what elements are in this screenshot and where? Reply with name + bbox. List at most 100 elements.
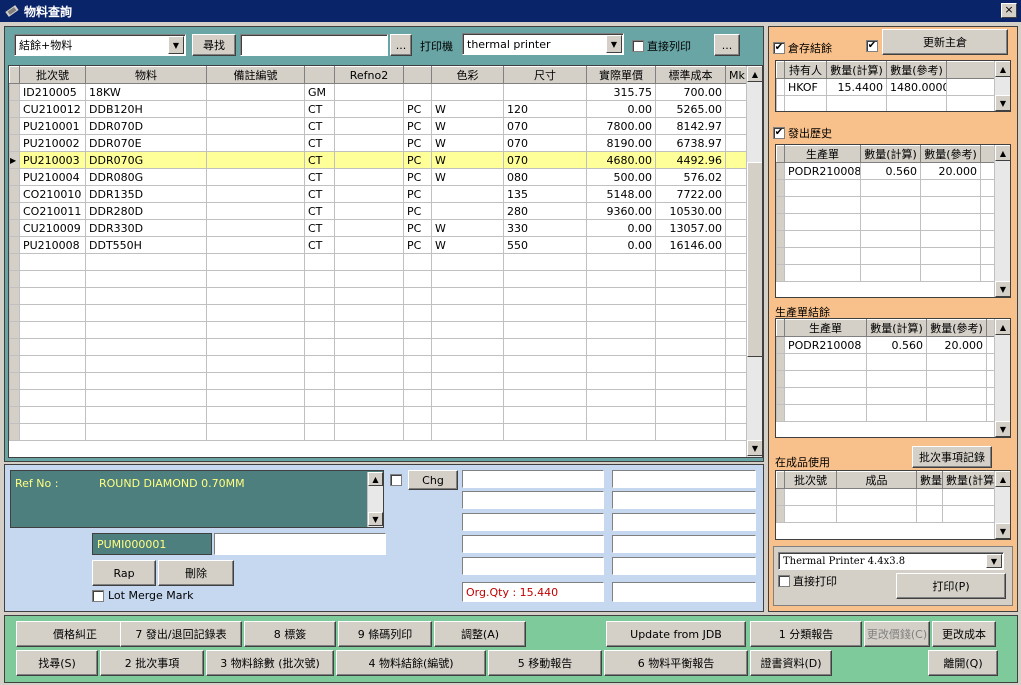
table-row[interactable] (776, 230, 997, 248)
col-header[interactable]: 實際單價 (586, 66, 656, 84)
table-cell[interactable] (926, 353, 987, 371)
pumi-extra-field[interactable] (214, 533, 386, 555)
table-cell[interactable] (403, 287, 432, 305)
table-cell[interactable] (586, 304, 656, 322)
table-cell[interactable] (725, 83, 748, 101)
table-cell[interactable] (85, 389, 207, 407)
table-cell[interactable] (725, 168, 748, 186)
table-cell[interactable] (431, 321, 504, 339)
table-cell[interactable] (334, 117, 404, 135)
col-header[interactable]: 數量 (916, 471, 943, 489)
table-row[interactable]: PODR210008 0.560 20.000 (776, 162, 997, 180)
table-cell[interactable] (503, 406, 587, 424)
table-cell[interactable] (334, 253, 404, 271)
table-cell[interactable] (655, 338, 726, 356)
table-cell[interactable]: PC (403, 219, 432, 237)
table-row[interactable]: CO210010 DDR135D CT PC 135 5148.00 7722.00 (9, 185, 748, 203)
scroll-up-icon[interactable]: ▲ (995, 61, 1010, 77)
table-row[interactable] (776, 196, 997, 214)
rap-button[interactable]: Rap (92, 560, 156, 586)
table-cell[interactable] (403, 338, 432, 356)
table-cell[interactable] (19, 253, 86, 271)
table-cell[interactable] (206, 372, 305, 390)
table-cell[interactable] (85, 304, 207, 322)
table-cell[interactable] (431, 389, 504, 407)
table-cell[interactable] (784, 179, 861, 197)
table-cell[interactable] (784, 387, 867, 405)
table-cell[interactable] (431, 287, 504, 305)
table-cell[interactable] (431, 270, 504, 288)
table-cell[interactable] (304, 270, 335, 288)
table-cell[interactable] (725, 100, 748, 118)
table-cell[interactable] (206, 304, 305, 322)
table-row[interactable] (9, 270, 748, 288)
col-header[interactable]: Mk (725, 66, 748, 84)
table-cell[interactable]: PC (403, 168, 432, 186)
table-row[interactable] (9, 304, 748, 322)
table-cell[interactable] (942, 488, 997, 506)
table-cell[interactable] (586, 253, 656, 271)
table-cell[interactable] (431, 185, 504, 203)
table-cell[interactable] (85, 355, 207, 373)
table-cell[interactable] (304, 338, 335, 356)
table-cell[interactable] (206, 389, 305, 407)
table-cell[interactable] (19, 304, 86, 322)
table-cell[interactable] (655, 321, 726, 339)
table-cell[interactable]: 4492.96 (655, 151, 726, 169)
table-cell[interactable] (334, 355, 404, 373)
table-cell[interactable]: W (431, 100, 504, 118)
table-cell[interactable] (304, 253, 335, 271)
table-cell[interactable] (206, 253, 305, 271)
bottom-row1-button-6[interactable]: Update from JDB (606, 621, 746, 647)
scroll-up-icon[interactable]: ▲ (368, 472, 383, 486)
table-cell[interactable] (860, 247, 921, 265)
history-scrollbar[interactable]: ▲ ▼ (994, 145, 1010, 297)
table-cell[interactable] (334, 236, 404, 254)
table-cell[interactable] (725, 236, 748, 254)
table-cell[interactable] (725, 270, 748, 288)
scroll-down-icon[interactable]: ▼ (368, 512, 383, 526)
table-cell[interactable] (503, 253, 587, 271)
table-cell[interactable] (926, 387, 987, 405)
info-field[interactable] (462, 535, 604, 553)
table-cell[interactable] (725, 372, 748, 390)
table-cell[interactable] (784, 213, 861, 231)
prod-scrollbar[interactable]: ▲ ▼ (994, 319, 1010, 437)
table-cell[interactable] (85, 321, 207, 339)
table-cell[interactable] (19, 321, 86, 339)
scroll-up-icon[interactable]: ▲ (995, 471, 1010, 487)
table-cell[interactable]: PC (403, 100, 432, 118)
table-cell[interactable] (503, 287, 587, 305)
table-row[interactable] (9, 321, 748, 339)
col-header[interactable]: 生產單 (784, 145, 861, 163)
table-cell[interactable] (725, 389, 748, 407)
table-cell[interactable]: PC (403, 236, 432, 254)
table-cell[interactable]: PU210003 (19, 151, 86, 169)
table-cell[interactable] (431, 372, 504, 390)
table-cell[interactable]: 500.00 (586, 168, 656, 186)
table-cell[interactable] (334, 389, 404, 407)
table-cell[interactable] (403, 304, 432, 322)
scroll-down-icon[interactable]: ▼ (995, 523, 1010, 539)
table-cell[interactable] (586, 287, 656, 305)
table-cell[interactable] (503, 270, 587, 288)
table-cell[interactable] (206, 117, 305, 135)
table-cell[interactable] (503, 321, 587, 339)
table-cell[interactable] (886, 95, 947, 111)
table-cell[interactable] (920, 179, 981, 197)
col-header[interactable]: 物料 (85, 66, 207, 84)
stock-scrollbar[interactable]: ▲ ▼ (994, 61, 1010, 111)
col-header[interactable]: 色彩 (431, 66, 504, 84)
table-row[interactable] (9, 406, 748, 424)
chg-checkbox[interactable] (390, 474, 402, 486)
table-cell[interactable] (19, 423, 86, 441)
table-row[interactable] (776, 213, 997, 231)
table-cell[interactable] (206, 151, 305, 169)
table-cell[interactable]: CO210011 (19, 202, 86, 220)
table-cell[interactable]: 315.75 (586, 83, 656, 101)
table-cell[interactable] (206, 219, 305, 237)
table-cell[interactable]: 1480.0000 (886, 78, 947, 96)
table-cell[interactable] (725, 423, 748, 441)
bottom-row1-button-1[interactable]: 價格糾正 (16, 621, 134, 647)
table-cell[interactable]: CT (304, 185, 335, 203)
